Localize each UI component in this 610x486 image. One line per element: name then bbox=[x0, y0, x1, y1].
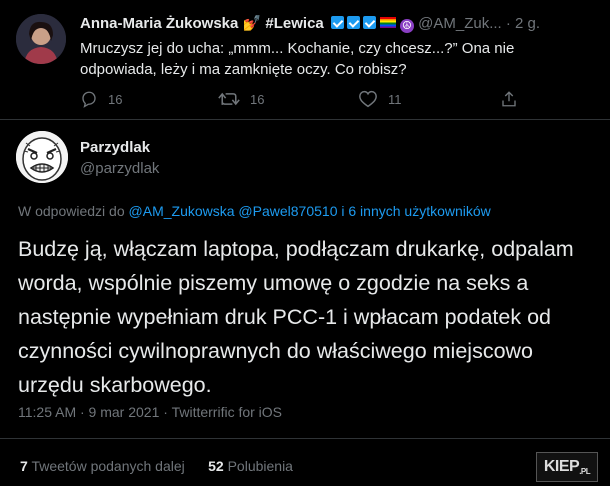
rainbow-flag-icon bbox=[379, 17, 396, 28]
watermark-suffix: .PL bbox=[579, 466, 591, 476]
retweet-count: 16 bbox=[250, 91, 265, 107]
author-name[interactable]: Parzydlak bbox=[80, 139, 150, 156]
engagement-counts: 7 Tweetów podanych dalej 52 Polubienia bbox=[20, 458, 293, 474]
reply-prefix: W odpowiedzi do bbox=[18, 203, 125, 219]
peace-icon: ☮ bbox=[399, 18, 414, 33]
watermark-logo: KIEP .PL bbox=[536, 452, 598, 482]
reply-button[interactable]: 16 bbox=[80, 90, 122, 108]
verified-badge-icon bbox=[346, 16, 360, 29]
retweets-label: Tweetów podanych dalej bbox=[31, 458, 185, 474]
reply-mentions[interactable]: @AM_Zukowska @Pawel870510 bbox=[129, 203, 338, 219]
reply-count: 16 bbox=[108, 91, 123, 107]
author-handle[interactable]: @AM_Zuk... bbox=[418, 15, 502, 32]
avatar[interactable] bbox=[16, 131, 68, 183]
reply-context: W odpowiedzi do @AM_Zukowska @Pawel87051… bbox=[18, 203, 491, 219]
author-handle[interactable]: @parzydlak bbox=[80, 160, 159, 177]
likes-label: Polubienia bbox=[227, 458, 293, 474]
share-button[interactable] bbox=[500, 90, 518, 108]
verified-badge-icon bbox=[362, 16, 376, 29]
watermark-text: KIEP bbox=[543, 458, 580, 475]
tweet-header: Anna-Maria Żukowska 💅 #Lewica ☮ @AM_Zuk.… bbox=[80, 14, 540, 33]
reply-icon bbox=[82, 91, 96, 108]
hashtag[interactable]: #Lewica bbox=[265, 15, 323, 32]
retweet-icon bbox=[218, 92, 240, 106]
likes-value: 52 bbox=[208, 458, 224, 474]
tweet-text: Mruczysz jej do ucha: „mmm... Kochanie, … bbox=[80, 40, 515, 78]
divider bbox=[0, 438, 610, 439]
like-button[interactable]: 11 bbox=[358, 90, 402, 108]
like-icon bbox=[359, 90, 377, 108]
verified-badge-icon bbox=[330, 16, 344, 29]
timestamp[interactable]: · 2 g. bbox=[506, 15, 540, 32]
author-name[interactable]: Anna-Maria Żukowska bbox=[80, 15, 238, 32]
divider bbox=[0, 119, 610, 120]
share-icon bbox=[502, 91, 516, 107]
retweet-button[interactable]: 16 bbox=[218, 90, 264, 108]
tweet-meta[interactable]: 11:25 AM · 9 mar 2021 · Twitterrific for… bbox=[18, 404, 282, 420]
retweets-value: 7 bbox=[20, 458, 28, 474]
likes-link[interactable]: 52 Polubienia bbox=[208, 458, 293, 474]
retweets-link[interactable]: 7 Tweetów podanych dalej bbox=[20, 458, 185, 474]
tweet-text: Budzę ją, włączam laptopa, podłączam dru… bbox=[18, 237, 574, 397]
emoji-icon: 💅 bbox=[242, 15, 262, 32]
like-count: 11 bbox=[388, 91, 402, 107]
reply-others-link[interactable]: i 6 innych użytkowników bbox=[341, 203, 490, 219]
avatar[interactable] bbox=[16, 14, 66, 64]
